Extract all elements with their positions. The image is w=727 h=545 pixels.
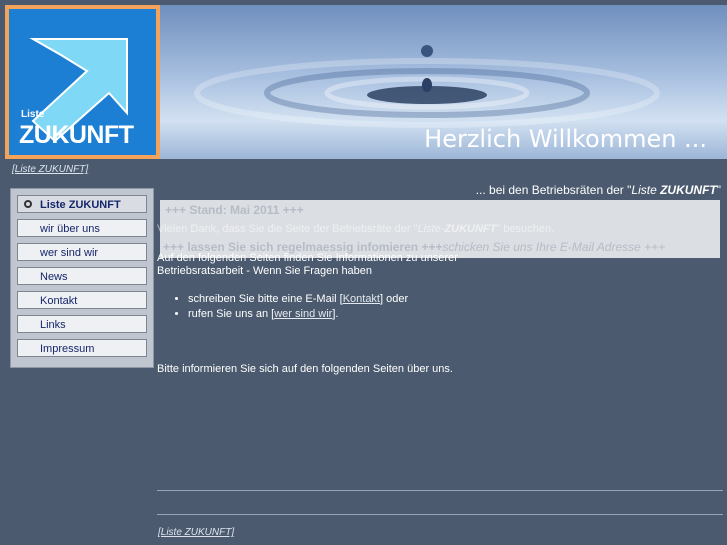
- nav-item-wir-ueber-uns[interactable]: wir über uns: [17, 219, 147, 237]
- footer-link[interactable]: [Liste ZUKUNFT]: [158, 527, 234, 538]
- nav-item-links[interactable]: Links: [17, 315, 147, 333]
- banner-title: Herzlich Willkommen ...: [424, 125, 707, 153]
- list-item: schreiben Sie bitte eine E-Mail [Kontakt…: [188, 293, 408, 305]
- radio-bullet-icon: [24, 200, 32, 208]
- intro-thanks: Vielen Dank, dass Sie die Seite der Betr…: [157, 223, 554, 235]
- divider: [157, 490, 723, 491]
- nav-item-label: Links: [40, 319, 66, 331]
- breadcrumb-link[interactable]: [Liste ZUKUNFT]: [12, 164, 88, 175]
- nav-item-news[interactable]: News: [17, 267, 147, 285]
- kontakt-link[interactable]: Kontakt: [343, 293, 380, 305]
- sidebar-nav: Liste ZUKUNFT wir über uns wer sind wir …: [10, 188, 154, 368]
- nav-item-wer-sind-wir[interactable]: wer sind wir: [17, 243, 147, 261]
- news-status: +++ Stand: Mai 2011 +++: [165, 203, 304, 217]
- nav-item-label: News: [40, 271, 68, 283]
- nav-item-kontakt[interactable]: Kontakt: [17, 291, 147, 309]
- welcome-name-bold: ZUKUNFT: [660, 183, 717, 197]
- intro-thanks-name: Liste-: [417, 223, 445, 235]
- intro-thanks-name-bold: ZUKUNFT: [444, 223, 497, 235]
- logo[interactable]: Liste ZUKUNFT: [5, 5, 160, 159]
- list-item-text: ] oder: [380, 293, 409, 305]
- divider: [157, 514, 723, 515]
- logo-panel: Liste ZUKUNFT: [9, 9, 156, 155]
- nav-item-label: Liste ZUKUNFT: [40, 199, 121, 211]
- info-text: Bitte informieren Sie sich auf den folge…: [157, 363, 453, 375]
- nav-item-label: Impressum: [40, 343, 95, 355]
- intro-thanks-post: " besuchen.: [496, 223, 555, 235]
- list-item-text: rufen Sie uns an [: [188, 308, 275, 320]
- list-item: rufen Sie uns an [wer sind wir].: [188, 308, 408, 320]
- nav-item-liste-zukunft[interactable]: Liste ZUKUNFT: [17, 195, 147, 213]
- nav-item-impressum[interactable]: Impressum: [17, 339, 147, 357]
- nav-item-label: Kontakt: [40, 295, 78, 307]
- logo-big-text: ZUKUNFT: [19, 121, 134, 149]
- welcome-suffix: ": [716, 183, 721, 197]
- wer-sind-wir-link[interactable]: wer sind wir: [274, 308, 332, 320]
- header-banner: Herzlich Willkommen ...: [160, 5, 727, 159]
- intro-text: Auf den folgenden Seiten finden Sie Info…: [157, 252, 458, 277]
- contact-options-list: schreiben Sie bitte eine E-Mail [Kontakt…: [158, 293, 408, 323]
- welcome-name: Liste: [631, 183, 661, 197]
- welcome-prefix: ... bei den Betriebsräten der ": [475, 183, 632, 197]
- nav-item-label: wer sind wir: [40, 247, 99, 259]
- list-item-text: ].: [332, 308, 339, 320]
- nav-item-label: wir über uns: [40, 223, 100, 235]
- list-item-text: schreiben Sie bitte eine E-Mail [: [188, 293, 343, 305]
- welcome-subtitle: ... bei den Betriebsräten der "Liste ZUK…: [476, 183, 721, 197]
- logo-small-text: Liste: [21, 109, 45, 120]
- intro-thanks-pre: Vielen Dank, dass Sie die Seite der Betr…: [157, 223, 418, 235]
